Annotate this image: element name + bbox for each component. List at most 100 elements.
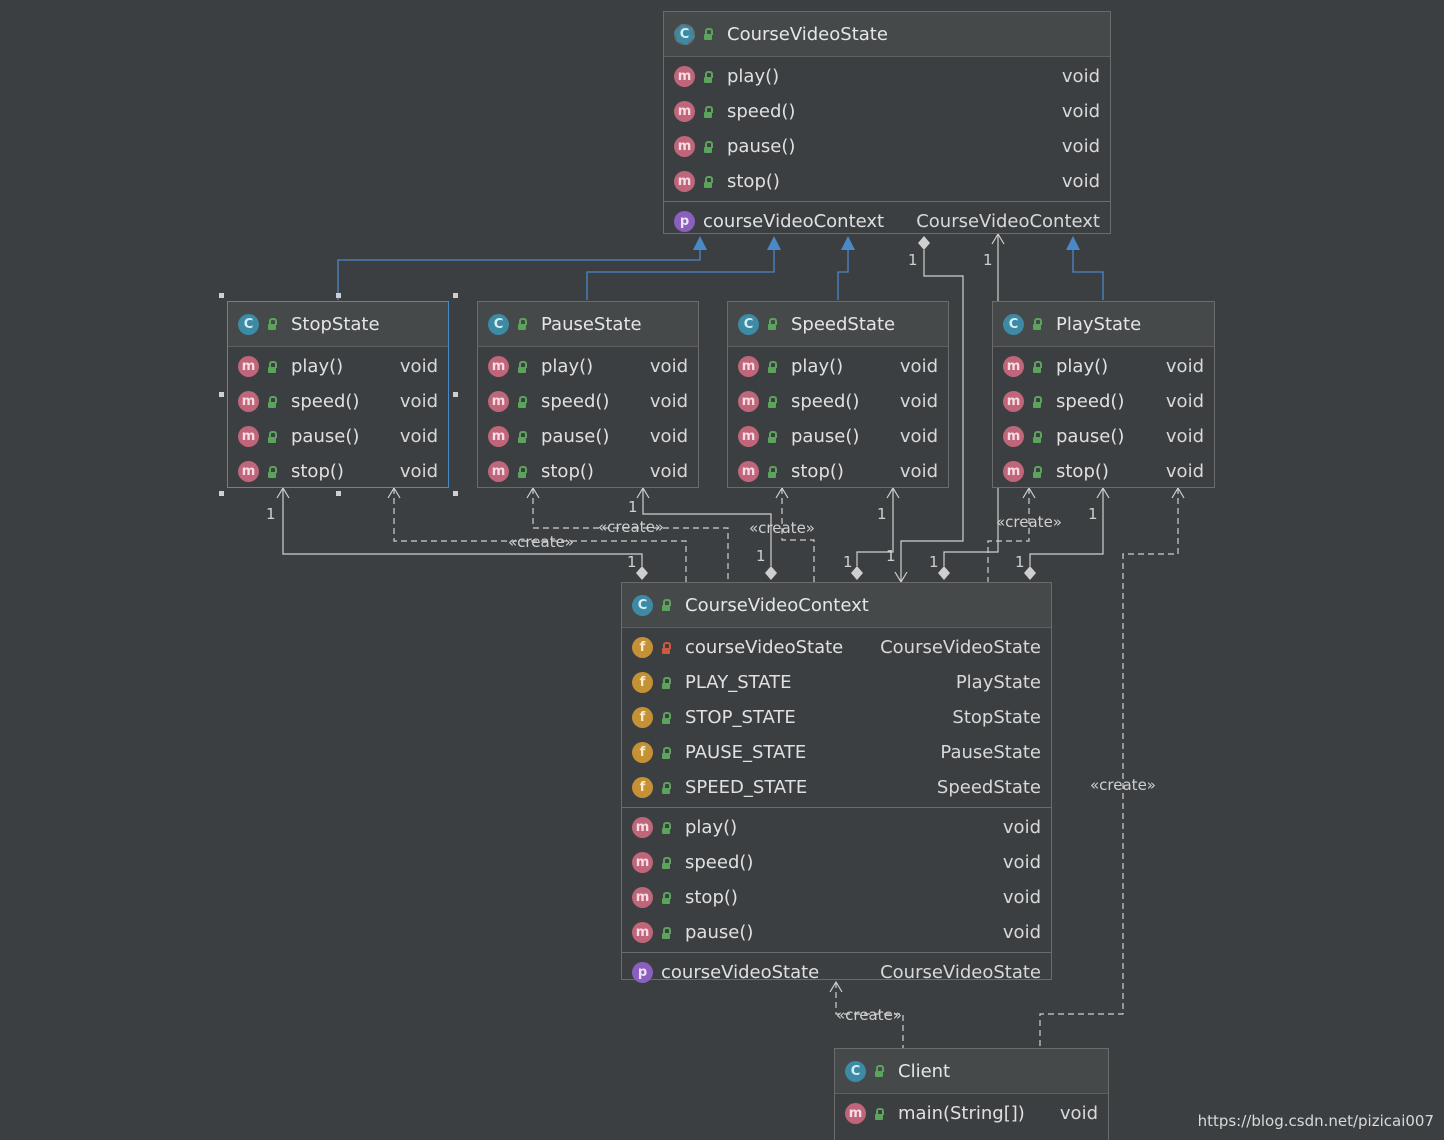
method-icon: m — [632, 852, 653, 873]
method-row[interactable]: m speed() void — [728, 384, 948, 419]
method-row[interactable]: m pause() void — [728, 419, 948, 454]
method-row[interactable]: m speed() void — [228, 384, 448, 419]
method-row[interactable]: m play() void — [664, 59, 1110, 94]
method-row[interactable]: m play() void — [728, 349, 948, 384]
method-row[interactable]: m stop() void — [478, 454, 698, 489]
public-lock-icon — [661, 926, 671, 939]
method-icon: m — [238, 426, 259, 447]
class-course-video-state[interactable]: C CourseVideoState m play() void m speed() v… — [663, 11, 1111, 234]
method-row[interactable]: m stop() void — [622, 880, 1051, 915]
method-row[interactable]: m main(String[]) void — [835, 1096, 1108, 1131]
public-lock-icon — [267, 465, 277, 478]
method-icon: m — [674, 171, 695, 192]
property-row[interactable]: p courseVideoContext CourseVideoContext — [664, 204, 1110, 239]
method-row[interactable]: m pause() void — [228, 419, 448, 454]
method-icon: m — [238, 461, 259, 482]
field-row[interactable]: f PLAY_STATE PlayState — [622, 665, 1051, 700]
method-row[interactable]: m stop() void — [664, 164, 1110, 199]
method-row[interactable]: m stop() void — [728, 454, 948, 489]
field-row[interactable]: f PAUSE_STATE PauseState — [622, 735, 1051, 770]
public-lock-icon — [1032, 395, 1042, 408]
property-row[interactable]: p courseVideoState CourseVideoState — [622, 955, 1051, 990]
public-lock-icon — [517, 430, 527, 443]
method-row[interactable]: m speed() void — [622, 845, 1051, 880]
class-title: Client — [898, 1060, 951, 1082]
public-lock-icon — [767, 395, 777, 408]
multiplicity-label: 1 — [756, 547, 766, 565]
method-row[interactable]: m speed() void — [478, 384, 698, 419]
field-row[interactable]: f STOP_STATE StopState — [622, 700, 1051, 735]
class-speed-state[interactable]: C SpeedState m play() void m speed() void mp… — [727, 301, 949, 488]
method-row[interactable]: m play() void — [478, 349, 698, 384]
method-icon: m — [488, 356, 509, 377]
public-lock-icon — [703, 140, 713, 153]
method-icon: m — [1003, 391, 1024, 412]
properties-section: p courseVideoState CourseVideoState — [622, 953, 1051, 992]
class-icon: C — [488, 313, 509, 335]
class-stop-state[interactable]: C StopState m play() void m speed() void m pa… — [227, 301, 449, 488]
method-icon: m — [1003, 356, 1024, 377]
method-row[interactable]: m stop() void — [228, 454, 448, 489]
properties-section: p courseVideoContext CourseVideoContext — [664, 202, 1110, 241]
class-icon: C — [738, 313, 759, 335]
class-course-video-context[interactable]: C CourseVideoContext f courseVideoState Co… — [621, 582, 1052, 983]
public-lock-icon — [703, 28, 713, 40]
create-label: «create» — [1090, 776, 1156, 794]
class-play-state[interactable]: C PlayState m play() void m speed() void m pa… — [992, 301, 1215, 488]
assoc-stop — [282, 488, 643, 566]
selection-handle[interactable] — [219, 392, 224, 397]
selection-handle[interactable] — [336, 491, 341, 496]
selection-handle[interactable] — [453, 392, 458, 397]
method-row[interactable]: m pause() void — [993, 419, 1214, 454]
assoc-state-context — [943, 234, 999, 566]
method-icon: m — [738, 391, 759, 412]
class-title: SpeedState — [791, 313, 896, 335]
class-pause-state[interactable]: C PauseState m play() void m speed() void mp… — [477, 301, 699, 488]
public-lock-icon — [517, 360, 527, 373]
method-row[interactable]: m play() void — [622, 810, 1051, 845]
property-icon: p — [632, 962, 653, 983]
method-row[interactable]: m play() void — [993, 349, 1214, 384]
static-field-icon: f — [632, 742, 653, 763]
multiplicity-label: 1 — [908, 251, 918, 269]
methods-section: m play() void m speed() void m pause() void ms… — [993, 347, 1214, 491]
public-lock-icon — [661, 856, 671, 869]
method-icon: m — [238, 391, 259, 412]
selection-handle[interactable] — [453, 293, 458, 298]
multiplicity-label: 1 — [627, 553, 637, 571]
inherit-line-playstate — [1072, 238, 1104, 300]
method-row[interactable]: m speed() void — [993, 384, 1214, 419]
public-lock-icon — [767, 465, 777, 478]
multiplicity-label: 1 — [877, 505, 887, 523]
field-row[interactable]: f SPEED_STATE SpeedState — [622, 770, 1051, 805]
multiplicity-label: 1 — [843, 553, 853, 571]
abstract-class-icon: C — [674, 23, 695, 45]
public-lock-icon — [1032, 465, 1042, 478]
public-lock-icon — [267, 430, 277, 443]
public-lock-icon — [267, 318, 277, 330]
method-row[interactable]: m speed() void — [664, 94, 1110, 129]
method-row[interactable]: m play() void — [228, 349, 448, 384]
field-row[interactable]: f courseVideoState CourseVideoState — [622, 630, 1051, 665]
method-row[interactable]: m stop() void — [993, 454, 1214, 489]
method-row[interactable]: m pause() void — [622, 915, 1051, 950]
public-lock-icon — [661, 891, 671, 904]
class-icon: C — [632, 594, 653, 616]
selection-handle[interactable] — [219, 491, 224, 496]
selection-handle[interactable] — [453, 491, 458, 496]
class-header: C CourseVideoState — [664, 12, 1110, 57]
method-row[interactable]: m pause() void — [664, 129, 1110, 164]
selection-handle[interactable] — [336, 293, 341, 298]
fields-section: f courseVideoState CourseVideoState f PLAY_… — [622, 628, 1051, 808]
method-row[interactable]: m pause() void — [478, 419, 698, 454]
runnable-class-icon: C — [845, 1060, 866, 1082]
inherit-line-pausestate — [586, 238, 775, 300]
public-lock-icon — [767, 430, 777, 443]
public-lock-icon — [517, 395, 527, 408]
static-field-icon: f — [632, 777, 653, 798]
public-lock-icon — [267, 360, 277, 373]
selection-handle[interactable] — [219, 293, 224, 298]
multiplicity-label: 1 — [929, 553, 939, 571]
public-lock-icon — [661, 821, 671, 834]
class-client[interactable]: C Client m main(String[]) void — [834, 1048, 1109, 1140]
